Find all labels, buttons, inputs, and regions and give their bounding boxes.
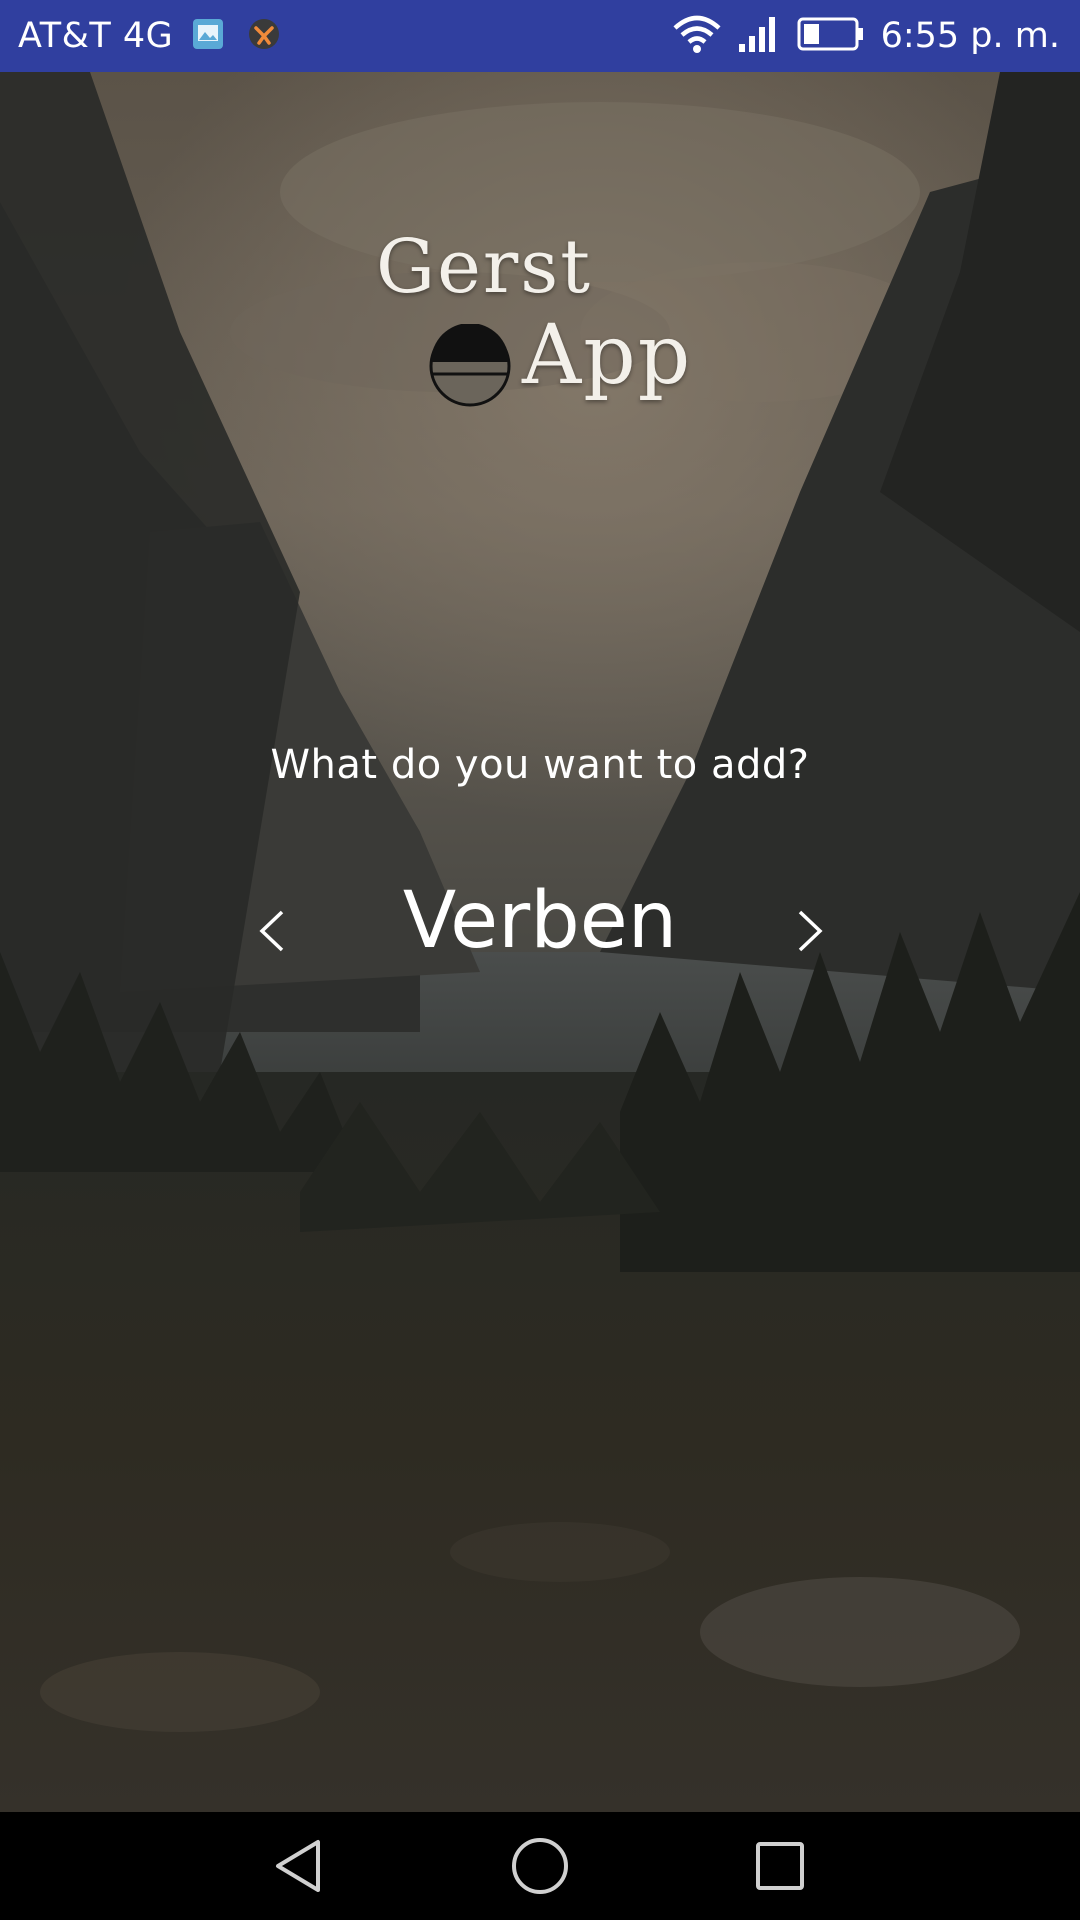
home-button[interactable] bbox=[480, 1812, 600, 1920]
logo-emblem-icon bbox=[428, 323, 512, 412]
question-label: What do you want to add? bbox=[270, 742, 810, 788]
carrier-label: AT&T 4G bbox=[18, 16, 174, 56]
logo-text-line1: Gerst bbox=[376, 224, 592, 310]
battery-icon bbox=[797, 16, 865, 56]
back-icon bbox=[276, 1840, 320, 1892]
chevron-right-icon[interactable] bbox=[790, 906, 830, 956]
clock: 6:55 p. m. bbox=[880, 16, 1060, 56]
gallery-icon bbox=[191, 17, 225, 55]
selected-category: Verben bbox=[402, 876, 678, 966]
recents-button[interactable] bbox=[720, 1812, 840, 1920]
home-icon bbox=[512, 1838, 568, 1894]
recents-icon bbox=[756, 1842, 804, 1890]
status-bar: AT&T 4G 6:55 p. m. bbox=[0, 0, 1080, 72]
app-notification-icon bbox=[247, 17, 281, 55]
logo-text-line2: App bbox=[522, 308, 693, 403]
navigation-bar bbox=[0, 1812, 1080, 1920]
wifi-icon bbox=[671, 14, 723, 58]
back-button[interactable] bbox=[240, 1812, 360, 1920]
cell-signal-icon bbox=[737, 14, 781, 58]
